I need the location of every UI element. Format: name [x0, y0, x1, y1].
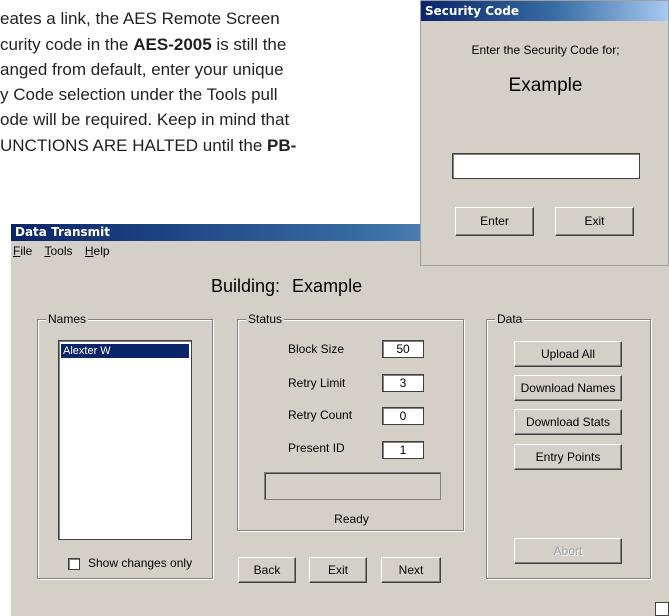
status-text: Ready [334, 512, 369, 526]
manual-line-2: curity code in the AES-2005 is still the [0, 35, 287, 54]
status-group: Status Block Size 50 Retry Limit 3 Retry… [237, 312, 464, 531]
building-value: Example [292, 276, 363, 296]
list-item[interactable]: Alexter W [61, 344, 189, 358]
security-prompt: Enter the Security Code for; [471, 43, 620, 57]
abort-button[interactable]: Abort [514, 538, 622, 564]
next-button[interactable]: Next [381, 557, 441, 583]
security-building-name: Example [508, 75, 583, 96]
data-group-label: Data [495, 312, 525, 326]
window-title: Data Transmit [15, 225, 110, 239]
menu-help[interactable]: Help [85, 244, 110, 258]
data-transmit-window: Data Transmit File Tools Help Building: E… [11, 224, 669, 616]
dialog-title: Security Code [425, 4, 519, 18]
show-changes-checkbox[interactable] [68, 557, 80, 570]
names-listbox[interactable]: Alexter W [58, 340, 192, 540]
building-label: Building: [211, 276, 281, 296]
entry-points-button[interactable]: Entry Points [514, 444, 622, 470]
dialog-exit-button[interactable]: Exit [555, 207, 634, 236]
progress-bar [264, 472, 441, 500]
manual-line-4: y Code selection under the Tools pull [0, 85, 278, 104]
retry-limit-label: Retry Limit [288, 376, 346, 390]
names-group-label: Names [46, 312, 89, 326]
menu-tools[interactable]: Tools [44, 244, 72, 258]
manual-line-5: ode will be required. Keep in mind that [0, 110, 290, 129]
block-size-label: Block Size [288, 342, 345, 356]
present-id-field: 1 [382, 441, 424, 459]
building-heading: Building: Example [211, 276, 362, 297]
enter-button[interactable]: Enter [455, 207, 534, 236]
security-code-input[interactable] [452, 153, 640, 179]
back-button[interactable]: Back [238, 557, 296, 583]
manual-line-6: UNCTIONS ARE HALTED until the PB- [0, 136, 297, 155]
manual-line-3: anged from default, enter your unique [0, 60, 284, 79]
resize-grip[interactable] [655, 602, 669, 616]
names-group: Names Alexter W Show changes only [37, 312, 213, 579]
retry-count-label: Retry Count [288, 408, 353, 422]
present-id-label: Present ID [288, 441, 345, 455]
retry-count-field: 0 [382, 407, 424, 425]
download-stats-button[interactable]: Download Stats [514, 409, 622, 435]
retry-limit-field[interactable]: 3 [382, 374, 424, 392]
upload-all-button[interactable]: Upload All [514, 341, 622, 367]
download-names-button[interactable]: Download Names [514, 375, 622, 401]
exit-button[interactable]: Exit [309, 557, 367, 583]
menu-bar: File Tools Help [13, 244, 119, 262]
show-changes-label: Show changes only [88, 556, 193, 570]
block-size-field[interactable]: 50 [382, 340, 424, 358]
security-code-dialog: Security Code Enter the Security Code fo… [420, 0, 669, 266]
security-code-titlebar[interactable]: Security Code [421, 1, 668, 21]
data-group: Data Upload All Download Names Download … [486, 312, 651, 579]
status-group-label: Status [246, 312, 285, 326]
show-changes-row[interactable]: Show changes only [68, 556, 192, 570]
manual-line-1: eates a link, the AES Remote Screen [0, 9, 280, 28]
menu-file[interactable]: File [13, 244, 32, 258]
